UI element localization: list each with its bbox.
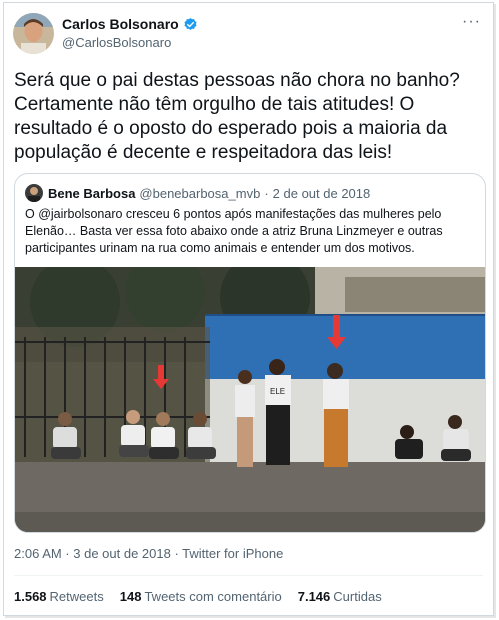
- quoted-separator: ·: [264, 185, 269, 201]
- stat-likes-value: 7.146: [297, 589, 331, 604]
- tweet-timestamp[interactable]: 2:06 AM · 3 de out de 2018 · Twitter for…: [14, 546, 283, 561]
- author-name[interactable]: Carlos Bolsonaro: [62, 16, 179, 32]
- stat-quote-tweets-value: 148: [119, 589, 142, 604]
- stat-retweets-value: 1.568: [14, 589, 47, 604]
- quoted-author-name[interactable]: Bene Barbosa: [48, 186, 135, 201]
- engagement-stats: 1.568 Retweets 148 Tweets com comentário 7…: [14, 589, 398, 604]
- stat-likes[interactable]: 7.146 Curtidas: [298, 589, 382, 604]
- more-options-icon[interactable]: ···: [462, 13, 481, 31]
- stat-retweets-label: Retweets: [49, 589, 104, 604]
- stat-quote-tweets[interactable]: 148 Tweets com comentário: [120, 589, 282, 604]
- stat-likes-label: Curtidas: [333, 589, 382, 604]
- quoted-tweet[interactable]: Bene Barbosa @benebarbosa_mvb · 2 de out…: [14, 173, 486, 533]
- stat-quote-tweets-label: Tweets com comentário: [144, 589, 282, 604]
- quoted-author-avatar: [25, 184, 43, 202]
- quoted-text: O @jairbolsonaro cresceu 6 pontos após m…: [25, 207, 443, 255]
- stat-retweets[interactable]: 1.568 Retweets: [14, 589, 104, 604]
- quoted-date[interactable]: 2 de out de 2018: [273, 186, 371, 201]
- author-avatar[interactable]: [13, 13, 54, 54]
- quoted-photo[interactable]: ELE: [15, 267, 486, 533]
- author-handle[interactable]: @CarlosBolsonaro: [62, 35, 171, 50]
- verified-badge-icon: [184, 17, 197, 30]
- divider-top: [14, 575, 483, 576]
- tweet-text: Será que o pai destas pessoas não chora …: [14, 70, 460, 163]
- shirt-text: ELE: [270, 387, 285, 396]
- quoted-author-handle[interactable]: @benebarbosa_mvb: [139, 186, 260, 201]
- tweet-card: Carlos Bolsonaro @CarlosBolsonaro ··· Se…: [3, 2, 494, 616]
